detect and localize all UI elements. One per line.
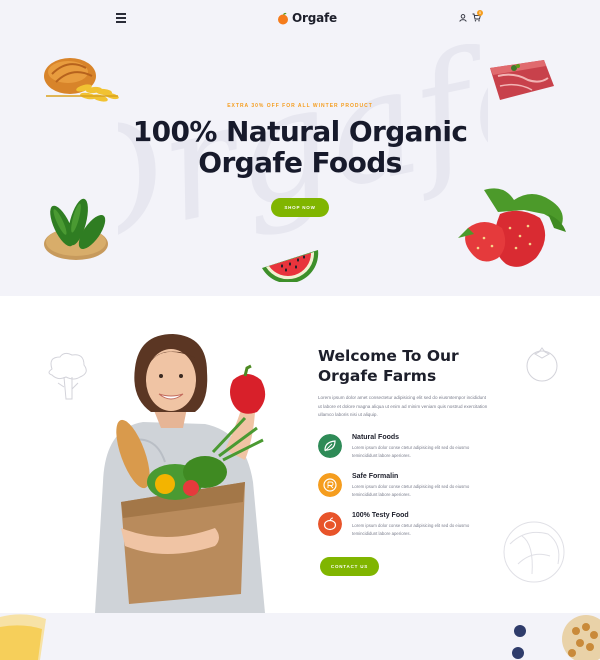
- hero-section: Orgafe Orgafe 0 EXTRA 30% OFF FOR ALL WI…: [0, 0, 600, 296]
- orange-logo-icon: [278, 12, 288, 24]
- cabbage-sketch-icon: [503, 521, 565, 583]
- cereal-bowl-image: [562, 615, 600, 660]
- tomato-sketch-icon: [526, 347, 558, 382]
- top-navigation: Orgafe 0: [0, 0, 600, 36]
- blueberries-image: [512, 625, 526, 659]
- user-icon[interactable]: [459, 14, 467, 22]
- feature-title: Safe Formalin: [352, 473, 399, 480]
- hero-title-line-1: 100% Natural Organic: [132, 115, 468, 148]
- leaf-icon: [318, 434, 342, 458]
- strawberries-image: [458, 188, 566, 267]
- hero-title-line-2: Orgafe Foods: [198, 146, 402, 179]
- feature-safe-formalin: Safe Formalin Lorem ipsum dolor conse ct…: [318, 473, 488, 503]
- bread-wheat-image: [44, 58, 119, 102]
- food-icon: [318, 512, 342, 536]
- hero-title: 100% Natural Organic Orgafe Foods: [0, 116, 600, 178]
- cart-count-badge: 0: [477, 10, 483, 16]
- welcome-section: Welcome To Our Orgafe Farms Lorem ipsum …: [0, 296, 600, 613]
- bitter-gourd-image: [44, 198, 108, 260]
- feature-text: Lorem ipsum dolor conse ctetur adipisici…: [352, 445, 470, 459]
- feature-text: Lorem ipsum dolor conse ctetur adipisici…: [352, 484, 470, 498]
- broccoli-sketch-icon: [48, 352, 87, 400]
- brand-logo[interactable]: Orgafe: [277, 9, 337, 27]
- safe-icon: [318, 473, 342, 497]
- feature-text: Lorem ipsum dolor conse ctetur adipisici…: [352, 523, 470, 537]
- woman-with-groceries-image: [95, 334, 266, 613]
- meat-image: [490, 60, 554, 100]
- welcome-title-line-1: Welcome To Our: [318, 347, 459, 365]
- contact-us-button[interactable]: CONTACT US: [320, 557, 379, 576]
- feature-title: 100% Testy Food: [352, 512, 409, 519]
- shop-now-button[interactable]: SHOP NOW: [271, 198, 329, 217]
- brand-name: Orgafe: [292, 11, 337, 25]
- welcome-description: Lorem ipsum dolor amet consectetur adipi…: [318, 395, 488, 418]
- feature-natural-foods: Natural Foods Lorem ipsum dolor conse ct…: [318, 434, 488, 464]
- watermelon-image: [262, 250, 319, 282]
- welcome-title-line-2: Orgafe Farms: [318, 367, 437, 385]
- next-section-preview: [0, 613, 600, 660]
- hamburger-menu-icon[interactable]: [116, 13, 126, 23]
- feature-testy-food: 100% Testy Food Lorem ipsum dolor conse …: [318, 512, 488, 542]
- juice-glass-image: [0, 614, 46, 660]
- feature-title: Natural Foods: [352, 434, 400, 441]
- welcome-title: Welcome To Our Orgafe Farms: [318, 346, 518, 386]
